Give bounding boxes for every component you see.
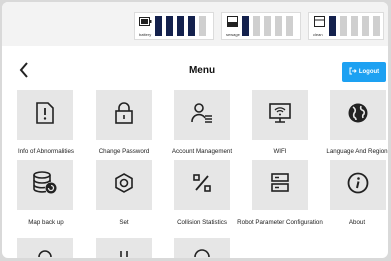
menu-item-account-management[interactable] bbox=[174, 90, 230, 140]
partial-icon bbox=[35, 244, 55, 258]
menu-item-map-back-up[interactable] bbox=[17, 160, 73, 210]
settings-hex-icon bbox=[113, 172, 135, 199]
menu-item-label: Set bbox=[119, 219, 129, 226]
sewage-label: sewage bbox=[226, 32, 240, 37]
menu-item-language-and-region[interactable] bbox=[330, 90, 386, 140]
clean-bar bbox=[373, 16, 380, 36]
menu-item-robot-parameter-configuration[interactable] bbox=[252, 160, 308, 210]
sewage-bar bbox=[275, 16, 282, 36]
logout-button[interactable]: Logout bbox=[342, 62, 386, 82]
clean-label: clean bbox=[313, 32, 323, 37]
menu-item-label: Change Password bbox=[98, 148, 150, 155]
menu-item-label: About bbox=[348, 219, 366, 226]
menu-item-partial[interactable] bbox=[17, 238, 73, 258]
menu-item-collision-statistics[interactable] bbox=[174, 160, 230, 210]
page-title: Menu bbox=[188, 65, 216, 76]
user-list-icon bbox=[190, 102, 214, 129]
battery-bar bbox=[177, 16, 184, 36]
app-screen: battery sewage clean Menu Logout Info of… bbox=[2, 2, 388, 258]
menu-item-label: Map back up bbox=[28, 219, 64, 226]
menu-item-info-of-abnormalities[interactable] bbox=[17, 90, 73, 140]
sewage-bar bbox=[264, 16, 271, 36]
menu-item-partial[interactable] bbox=[96, 238, 152, 258]
battery-label: battery bbox=[139, 32, 152, 37]
clean-bar bbox=[351, 16, 358, 36]
menu-item-label: Language And Region bbox=[326, 148, 388, 155]
menu-item-label: Collision Statistics bbox=[177, 219, 227, 226]
partial-icon bbox=[192, 244, 212, 258]
clean-bar bbox=[329, 16, 336, 36]
battery-icon bbox=[139, 16, 152, 27]
alert-document-icon bbox=[35, 101, 55, 130]
menu-item-label: Account Management bbox=[171, 148, 233, 155]
database-backup-icon bbox=[32, 170, 58, 200]
percent-icon bbox=[192, 173, 212, 198]
clean-tank-icon bbox=[313, 16, 326, 27]
menu-item-about[interactable] bbox=[330, 160, 386, 210]
clean-bar bbox=[362, 16, 369, 36]
menu-item-label: Robot Parameter Configuration bbox=[237, 219, 323, 226]
menu-item-change-password[interactable] bbox=[96, 90, 152, 140]
menu-item-partial[interactable] bbox=[174, 238, 230, 258]
info-icon bbox=[347, 172, 369, 199]
logout-icon bbox=[349, 67, 357, 77]
back-button[interactable] bbox=[14, 61, 34, 83]
server-icon bbox=[269, 172, 291, 199]
sewage-gauge: sewage bbox=[221, 12, 301, 40]
sewage-bar bbox=[286, 16, 293, 36]
sewage-bar bbox=[253, 16, 260, 36]
sewage-tank-icon bbox=[226, 16, 239, 27]
globe-icon bbox=[347, 102, 369, 129]
menu-item-label: WIFI bbox=[273, 148, 287, 155]
menu-item-set[interactable] bbox=[96, 160, 152, 210]
battery-bar bbox=[188, 16, 195, 36]
sewage-bar bbox=[242, 16, 249, 36]
chevron-left-icon bbox=[19, 61, 29, 83]
wifi-monitor-icon bbox=[268, 102, 292, 129]
battery-bar bbox=[199, 16, 206, 36]
partial-icon bbox=[114, 244, 134, 258]
lock-icon bbox=[114, 101, 134, 129]
status-bar: battery sewage clean bbox=[2, 2, 388, 46]
clean-bar bbox=[340, 16, 347, 36]
battery-bar bbox=[155, 16, 162, 36]
menu-item-wifi[interactable] bbox=[252, 90, 308, 140]
logout-label: Logout bbox=[358, 69, 380, 75]
battery-bar bbox=[166, 16, 173, 36]
battery-gauge: battery bbox=[134, 12, 214, 40]
menu-item-label: Info of Abnormalities bbox=[17, 148, 75, 155]
clean-gauge: clean bbox=[308, 12, 384, 40]
